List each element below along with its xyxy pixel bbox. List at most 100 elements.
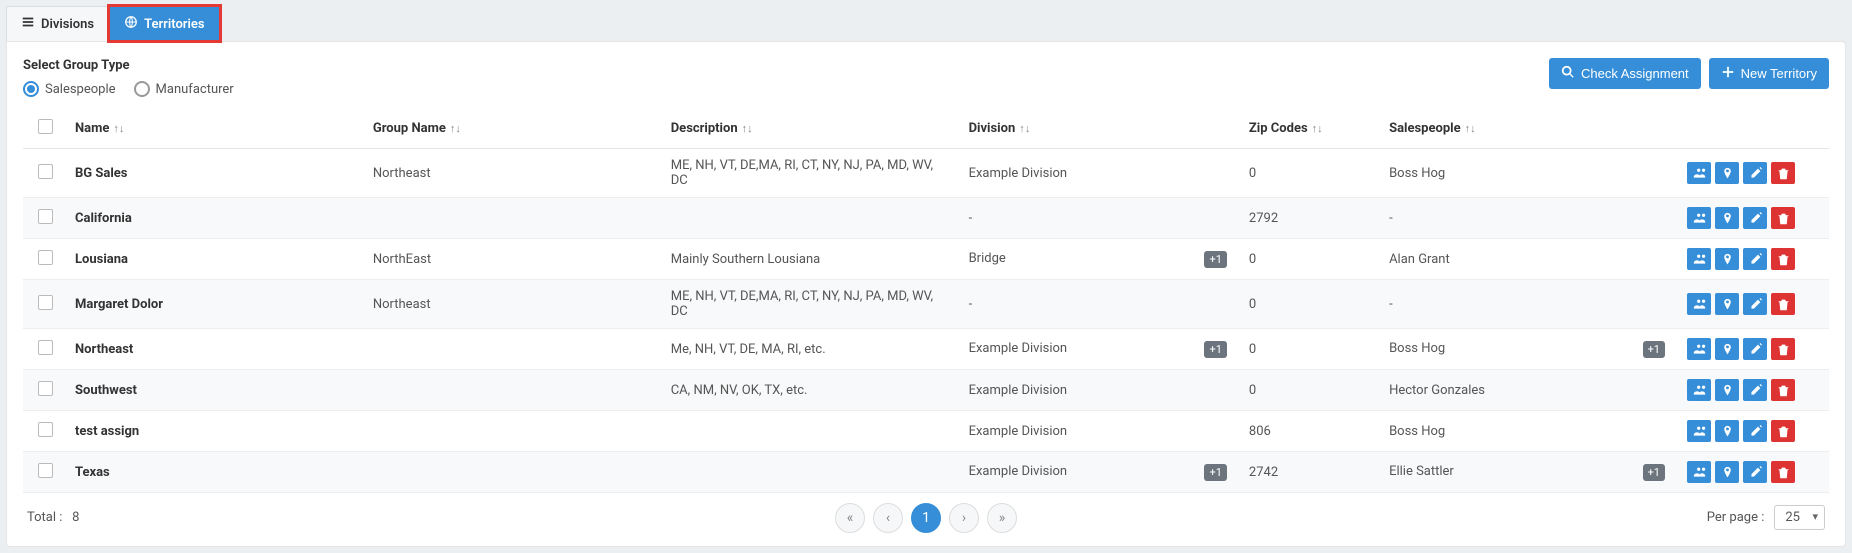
assign-users-button[interactable] [1687,162,1711,184]
cell-name: test assign [67,411,365,452]
overflow-badge[interactable]: +1 [1204,464,1226,481]
overflow-badge[interactable]: +1 [1643,464,1665,481]
map-pin-button[interactable] [1715,379,1739,401]
overflow-badge[interactable]: +1 [1643,341,1665,358]
page-last-button[interactable]: » [987,503,1017,533]
cell-salespeople: Ellie Sattler+1 [1381,452,1679,493]
delete-button[interactable] [1771,420,1795,442]
cell-zip: 2792 [1241,198,1381,239]
col-header-salespeople[interactable]: Salespeople↑↓ [1381,109,1679,149]
row-checkbox[interactable] [38,422,53,437]
cell-salespeople: Boss Hog [1381,149,1679,198]
map-pin-button[interactable] [1715,162,1739,184]
edit-button[interactable] [1743,248,1767,270]
group-type-label: Select Group Type [23,58,234,73]
delete-button[interactable] [1771,207,1795,229]
search-icon [1561,65,1575,82]
page-number-button[interactable]: 1 [911,503,941,533]
sort-icon: ↑↓ [1019,122,1030,135]
delete-button[interactable] [1771,338,1795,360]
assign-users-button[interactable] [1687,293,1711,315]
pagination: « ‹ 1 › » [835,503,1017,533]
col-header-name[interactable]: Name↑↓ [67,109,365,149]
assign-users-button[interactable] [1687,338,1711,360]
row-checkbox[interactable] [38,209,53,224]
cell-group-name [365,411,663,452]
map-pin-button[interactable] [1715,338,1739,360]
overflow-badge[interactable]: +1 [1204,341,1226,358]
check-assignment-button[interactable]: Check Assignment [1549,58,1701,89]
table-row: LousianaNorthEastMainly Southern Lousian… [23,239,1829,280]
assign-users-button[interactable] [1687,248,1711,270]
table-row: SouthwestCA, NM, NV, OK, TX, etc.Example… [23,370,1829,411]
new-territory-button[interactable]: New Territory [1709,58,1829,89]
table-row: BG SalesNortheastME, NH, VT, DE,MA, RI, … [23,149,1829,198]
cell-description: ME, NH, VT, DE,MA, RI, CT, NY, NJ, PA, M… [663,280,961,329]
cell-name: Texas [67,452,365,493]
delete-button[interactable] [1771,248,1795,270]
col-header-description[interactable]: Description↑↓ [663,109,961,149]
cell-salespeople: - [1381,198,1679,239]
map-pin-button[interactable] [1715,420,1739,442]
radio-off-icon [134,81,150,97]
cell-group-name: Northeast [365,280,663,329]
page-first-button[interactable]: « [835,503,865,533]
col-header-group-name[interactable]: Group Name↑↓ [365,109,663,149]
page-prev-button[interactable]: ‹ [873,503,903,533]
overflow-badge[interactable]: +1 [1204,251,1226,268]
cell-division: Example Division [961,370,1241,411]
tab-territories[interactable]: Territories [109,6,219,41]
cell-description [663,411,961,452]
cell-name: California [67,198,365,239]
radio-manufacturer[interactable]: Manufacturer [134,81,234,97]
edit-button[interactable] [1743,162,1767,184]
assign-users-button[interactable] [1687,461,1711,483]
cell-description: Mainly Southern Lousiana [663,239,961,280]
cell-zip: 0 [1241,149,1381,198]
row-checkbox[interactable] [38,295,53,310]
cell-name: Southwest [67,370,365,411]
edit-button[interactable] [1743,293,1767,315]
cell-salespeople: Hector Gonzales [1381,370,1679,411]
cell-name: BG Sales [67,149,365,198]
col-header-zip[interactable]: Zip Codes↑↓ [1241,109,1381,149]
map-pin-button[interactable] [1715,293,1739,315]
tab-divisions-label: Divisions [41,17,94,32]
edit-button[interactable] [1743,338,1767,360]
row-checkbox[interactable] [38,381,53,396]
cell-description [663,452,961,493]
select-all-checkbox[interactable] [38,119,53,134]
menu-icon [21,15,35,33]
radio-salespeople[interactable]: Salespeople [23,81,116,97]
col-header-division[interactable]: Division↑↓ [961,109,1241,149]
row-checkbox[interactable] [38,164,53,179]
row-checkbox[interactable] [38,250,53,265]
row-checkbox[interactable] [38,340,53,355]
cell-division: - [961,280,1241,329]
edit-button[interactable] [1743,207,1767,229]
cell-zip: 0 [1241,239,1381,280]
edit-button[interactable] [1743,461,1767,483]
map-pin-button[interactable] [1715,248,1739,270]
row-checkbox[interactable] [38,463,53,478]
table-row: California-2792- [23,198,1829,239]
delete-button[interactable] [1771,162,1795,184]
assign-users-button[interactable] [1687,379,1711,401]
group-type-block: Select Group Type Salespeople Manufactur… [23,58,234,97]
cell-zip: 0 [1241,329,1381,370]
per-page-select[interactable]: 25 [1774,505,1825,530]
cell-salespeople: Boss Hog [1381,411,1679,452]
delete-button[interactable] [1771,293,1795,315]
delete-button[interactable] [1771,379,1795,401]
tab-divisions[interactable]: Divisions [6,6,109,41]
assign-users-button[interactable] [1687,207,1711,229]
edit-button[interactable] [1743,379,1767,401]
map-pin-button[interactable] [1715,461,1739,483]
map-pin-button[interactable] [1715,207,1739,229]
territories-table: Name↑↓ Group Name↑↓ Description↑↓ Divisi… [23,109,1829,493]
edit-button[interactable] [1743,420,1767,442]
new-territory-label: New Territory [1741,66,1817,81]
assign-users-button[interactable] [1687,420,1711,442]
delete-button[interactable] [1771,461,1795,483]
page-next-button[interactable]: › [949,503,979,533]
